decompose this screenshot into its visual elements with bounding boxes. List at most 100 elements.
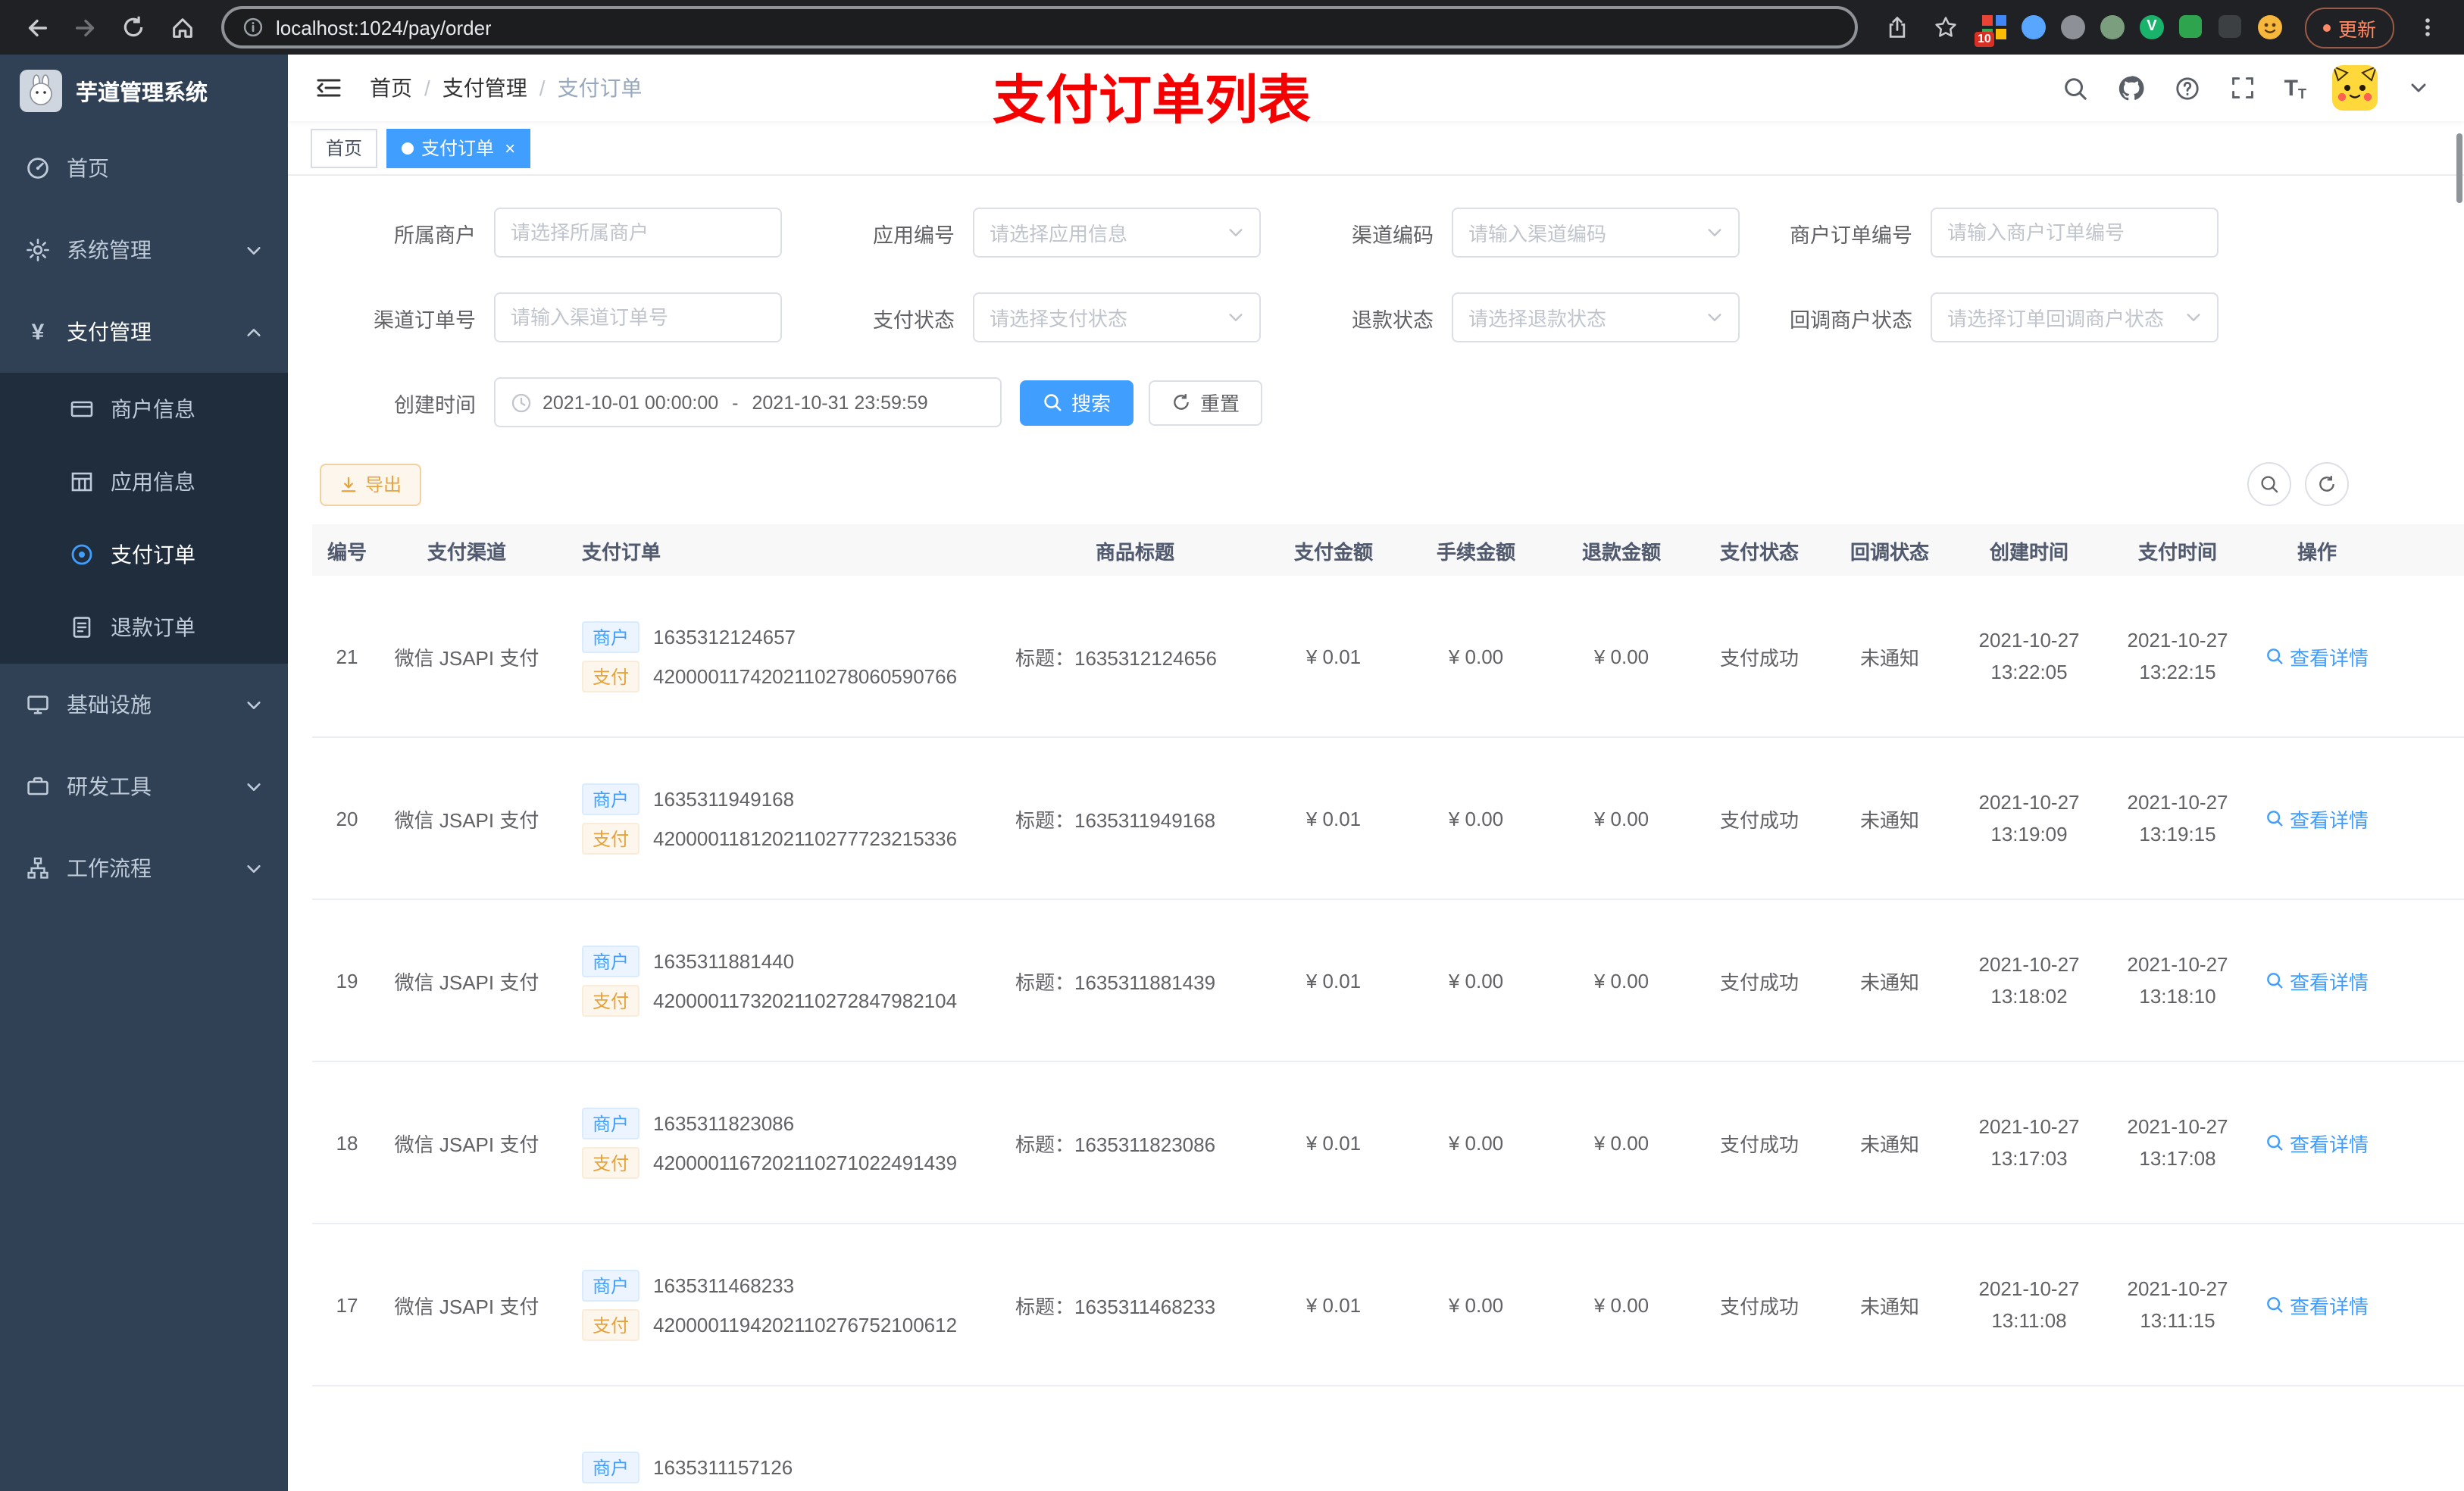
extension-gray-icon[interactable] bbox=[2060, 14, 2087, 40]
cell-id: 20 bbox=[336, 807, 358, 830]
browser-chrome: localhost:1024/pay/order 10 V 更新 bbox=[0, 0, 2464, 55]
sidebar-item-refund-order[interactable]: 退款订单 bbox=[0, 591, 288, 664]
help-icon[interactable] bbox=[2172, 73, 2203, 103]
merchant-input[interactable] bbox=[494, 208, 782, 258]
merchant-tag: 商户 bbox=[582, 1107, 640, 1139]
browser-update-button[interactable]: 更新 bbox=[2304, 7, 2394, 48]
view-detail-link[interactable]: 查看详情 bbox=[2265, 966, 2369, 995]
col-header-notify: 回调状态 bbox=[1850, 540, 1929, 563]
merchant-order-no: 1635311881440 bbox=[653, 949, 795, 972]
sidebar-item-home[interactable]: 首页 bbox=[0, 127, 288, 209]
cell-create-time: 2021-10-27 13:11:08 bbox=[1978, 1277, 2080, 1332]
cell-amount: ¥ 0.01 bbox=[1305, 645, 1362, 667]
search-icon[interactable] bbox=[2060, 73, 2090, 103]
user-avatar[interactable] bbox=[2332, 65, 2378, 111]
extension-drop-icon[interactable] bbox=[2021, 14, 2047, 40]
font-size-icon[interactable]: TT bbox=[2284, 75, 2306, 101]
url-bar[interactable]: localhost:1024/pay/order bbox=[221, 6, 1858, 48]
notify-status-select[interactable]: 请选择订单回调商户状态 bbox=[1931, 292, 2219, 342]
col-header-amount: 支付金额 bbox=[1293, 540, 1373, 563]
breadcrumb-item[interactable]: 首页 bbox=[370, 73, 412, 103]
refresh-table-icon[interactable] bbox=[2305, 462, 2349, 506]
view-detail-link[interactable]: 查看详情 bbox=[2265, 1128, 2369, 1157]
sidebar-item-devtools[interactable]: 研发工具 bbox=[0, 746, 288, 827]
scrollbar-thumb[interactable] bbox=[2456, 133, 2462, 203]
sidebar-item-payment[interactable]: ¥ 支付管理 bbox=[0, 291, 288, 373]
logo-avatar-icon bbox=[20, 70, 62, 112]
cell-title: 标题：1635311949168 bbox=[1015, 808, 1216, 831]
merchant-tag: 商户 bbox=[582, 620, 640, 652]
extension-colorful-icon[interactable]: 10 bbox=[1974, 14, 2008, 46]
cell-action: 查看详情 bbox=[2252, 642, 2382, 670]
export-button[interactable]: 导出 bbox=[320, 463, 422, 505]
col-header-order: 支付订单 bbox=[582, 540, 661, 563]
fullscreen-icon[interactable] bbox=[2228, 73, 2259, 103]
breadcrumb-item[interactable]: 支付管理 bbox=[442, 73, 527, 103]
table-row: 19 微信 JSAPI 支付 商户 1635311881440 支付 42000… bbox=[312, 900, 2464, 1062]
tab-pay-order[interactable]: 支付订单 × bbox=[386, 128, 531, 167]
chevron-down-icon bbox=[245, 778, 262, 795]
pay-status-select[interactable]: 请选择支付状态 bbox=[973, 292, 1261, 342]
sidebar-item-merchant-info[interactable]: 商户信息 bbox=[0, 373, 288, 445]
extension-gray2-icon[interactable] bbox=[2100, 14, 2126, 40]
pay-order-no: 4200001167202110271022491439 bbox=[653, 1151, 958, 1174]
filter-label: 创建时间 bbox=[394, 393, 476, 416]
cell-pay-time: 2021-10-27 13:17:08 bbox=[2127, 1114, 2228, 1170]
merchant-order-no-input[interactable] bbox=[1931, 208, 2219, 258]
sidebar-item-label: 基础设施 bbox=[67, 692, 152, 717]
github-icon[interactable] bbox=[2116, 73, 2147, 103]
toolbox-icon bbox=[26, 774, 50, 799]
reload-icon[interactable] bbox=[112, 6, 155, 48]
search-button[interactable]: 搜索 bbox=[1020, 380, 1134, 425]
view-detail-link[interactable]: 查看详情 bbox=[2265, 642, 2369, 670]
pay-order-no: 4200001181202110277723215336 bbox=[653, 827, 958, 849]
sidebar-toggle-icon[interactable] bbox=[309, 68, 349, 108]
forward-icon[interactable] bbox=[64, 6, 106, 48]
extension-green-square-icon[interactable] bbox=[2178, 14, 2205, 40]
bookmark-star-icon[interactable] bbox=[1925, 6, 1967, 48]
reset-button[interactable]: 重置 bbox=[1149, 380, 1263, 425]
clock-icon bbox=[511, 392, 532, 413]
extension-puzzle-icon[interactable] bbox=[2218, 14, 2244, 40]
view-detail-link[interactable]: 查看详情 bbox=[2265, 804, 2369, 833]
col-header-channel: 支付渠道 bbox=[427, 540, 506, 563]
view-detail-link[interactable]: 查看详情 bbox=[2265, 1290, 2369, 1319]
monitor-icon bbox=[26, 692, 50, 717]
channel-code-select[interactable]: 请输入渠道编码 bbox=[1452, 208, 1740, 258]
sidebar-item-infra[interactable]: 基础设施 bbox=[0, 664, 288, 746]
app-no-select[interactable]: 请选择应用信息 bbox=[973, 208, 1261, 258]
sidebar-item-label: 支付管理 bbox=[67, 320, 152, 344]
cell-title: 标题：1635311823086 bbox=[1015, 1133, 1216, 1155]
circle-dot-icon bbox=[70, 542, 94, 567]
sidebar-item-pay-order[interactable]: 支付订单 bbox=[0, 518, 288, 591]
tab-home[interactable]: 首页 bbox=[311, 128, 378, 167]
home-icon[interactable] bbox=[161, 6, 203, 48]
sidebar-item-workflow[interactable]: 工作流程 bbox=[0, 827, 288, 909]
refund-status-select[interactable]: 请选择退款状态 bbox=[1452, 292, 1740, 342]
back-icon[interactable] bbox=[15, 6, 58, 48]
caret-down-icon[interactable] bbox=[2403, 73, 2434, 103]
toggle-search-icon[interactable] bbox=[2247, 462, 2291, 506]
browser-menu-icon[interactable] bbox=[2406, 6, 2449, 48]
breadcrumb-separator: / bbox=[424, 76, 430, 100]
app-logo[interactable]: 芋道管理系统 bbox=[0, 55, 288, 127]
share-icon[interactable] bbox=[1876, 6, 1918, 48]
sidebar-item-system[interactable]: 系统管理 bbox=[0, 209, 288, 291]
tab-label: 支付订单 bbox=[421, 138, 495, 159]
pay-tag: 支付 bbox=[582, 660, 640, 692]
close-icon[interactable]: × bbox=[505, 137, 515, 158]
merchant-tag: 商户 bbox=[582, 1452, 640, 1483]
top-navbar: 首页 / 支付管理 / 支付订单 支付订单列表 T T bbox=[288, 55, 2464, 130]
cell-refund: ¥ 0.00 bbox=[1593, 1293, 1649, 1316]
extension-bar: 10 V bbox=[1974, 14, 2284, 46]
channel-order-no-input[interactable] bbox=[494, 292, 782, 342]
filter-label: 回调商户状态 bbox=[1790, 308, 1912, 331]
grid-icon bbox=[70, 470, 94, 494]
sidebar-item-app-info[interactable]: 应用信息 bbox=[0, 445, 288, 518]
create-time-range-picker[interactable]: 2021-10-01 00:00:00 - 2021-10-31 23:59:5… bbox=[494, 377, 1002, 427]
extension-green-check-icon[interactable]: V bbox=[2139, 14, 2165, 40]
cell-id: 17 bbox=[336, 1293, 358, 1316]
cell-status: 支付成功 bbox=[1719, 646, 1799, 669]
site-info-icon[interactable] bbox=[242, 17, 264, 38]
extension-emoji-icon[interactable] bbox=[2257, 14, 2284, 40]
